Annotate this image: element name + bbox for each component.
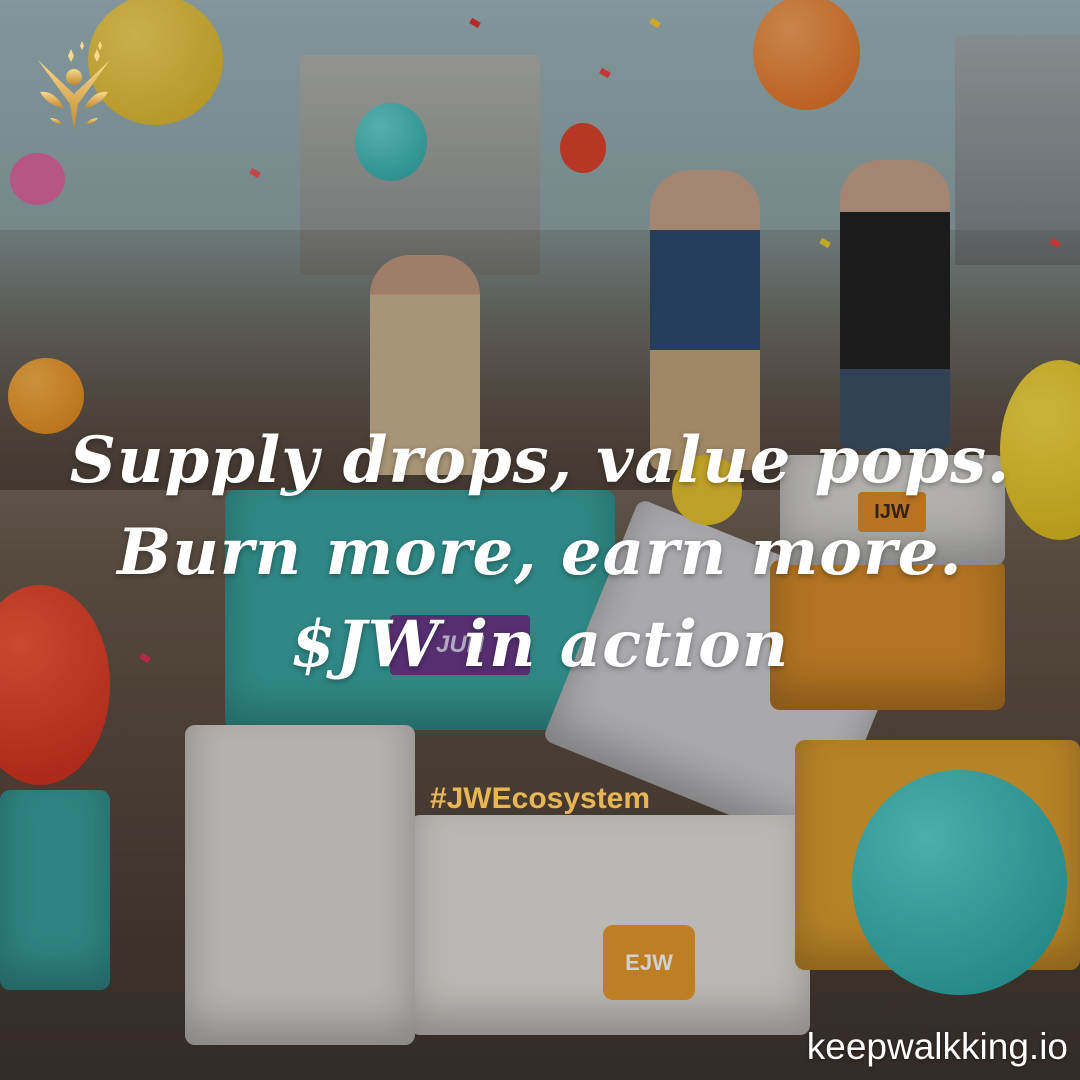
logo-icon: [38, 41, 110, 130]
headline: Supply drops, value pops. Burn more, ear…: [69, 423, 1011, 682]
hashtag: #JWEcosystem: [429, 782, 651, 815]
website-url: keepwalkking.io: [806, 1026, 1068, 1067]
